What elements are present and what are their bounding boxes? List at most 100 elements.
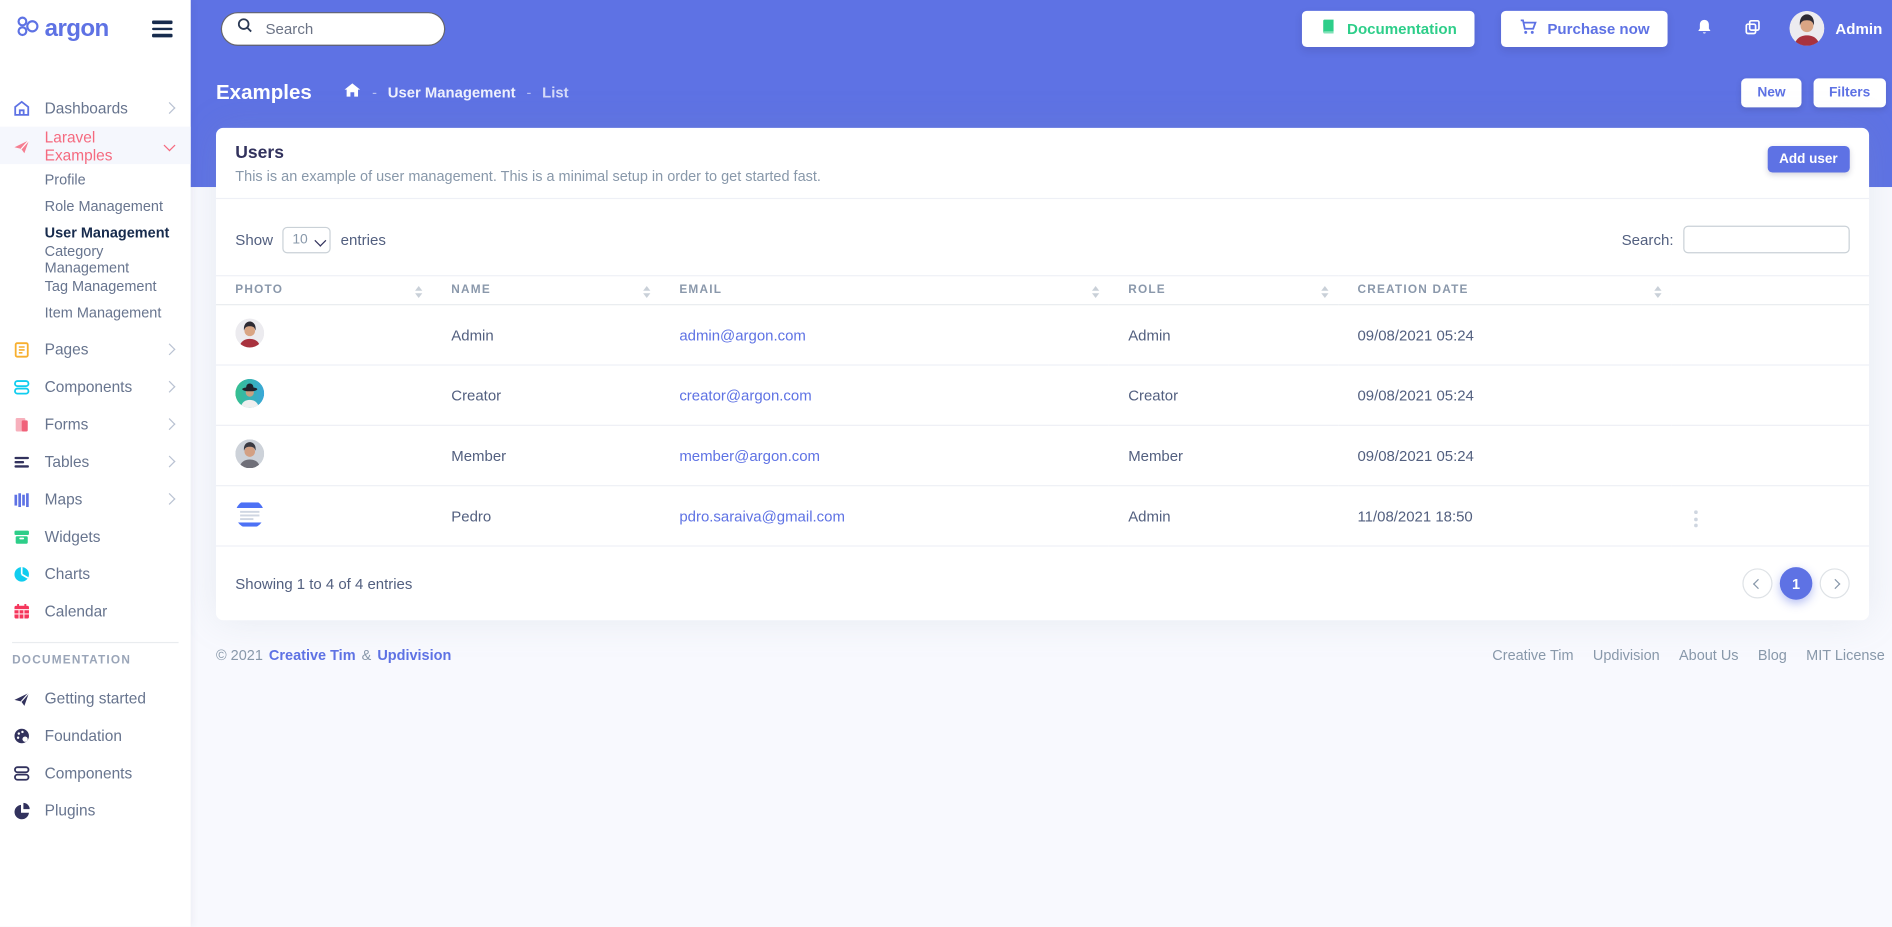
sidebar-item-charts[interactable]: Charts xyxy=(0,555,191,592)
main-area: Documentation Purchase now xyxy=(191,0,1892,927)
pagination: 1 xyxy=(1742,567,1849,600)
argon-logo[interactable]: argon xyxy=(16,14,109,44)
column-header-creation-date[interactable]: CREATION DATE xyxy=(1338,276,1671,305)
avatar xyxy=(235,379,264,408)
app-window: argon Dashboards Laravel Examples Profil… xyxy=(0,0,1892,927)
footer-link-creative-tim[interactable]: Creative Tim xyxy=(1492,647,1573,664)
email-link[interactable]: creator@argon.com xyxy=(679,387,811,404)
table-controls: Show 10 entries Search: xyxy=(216,199,1869,275)
table-row: Admin admin@argon.com Admin 09/08/2021 0… xyxy=(216,305,1869,365)
argon-logo-icon xyxy=(16,14,40,44)
document-icon xyxy=(12,340,31,359)
search-icon xyxy=(236,17,253,40)
sort-icon xyxy=(1654,286,1661,298)
add-user-button[interactable]: Add user xyxy=(1767,146,1850,173)
email-link[interactable]: member@argon.com xyxy=(679,447,820,464)
footer-link-mit-license[interactable]: MIT License xyxy=(1806,647,1885,664)
sidebar-item-tag-management[interactable]: Tag Management xyxy=(0,273,191,300)
footer-link-blog[interactable]: Blog xyxy=(1758,647,1787,664)
chevron-right-icon xyxy=(164,381,176,393)
breadcrumb-user-management[interactable]: User Management xyxy=(388,84,516,101)
footer-link-updivision[interactable]: Updivision xyxy=(1593,647,1660,664)
layers-icon xyxy=(1744,17,1762,39)
sidebar-item-components-doc[interactable]: Components xyxy=(0,754,191,791)
footer-link-about-us[interactable]: About Us xyxy=(1679,647,1739,664)
archive-box-icon xyxy=(12,527,31,546)
cell-creation-date: 09/08/2021 05:24 xyxy=(1338,425,1671,485)
table-header-row: PHOTO NAME EMAIL ROLE CREATION DATE xyxy=(216,276,1869,305)
sidebar: argon Dashboards Laravel Examples Profil… xyxy=(0,0,191,927)
column-header-email[interactable]: EMAIL xyxy=(660,276,1109,305)
updivision-link[interactable]: Updivision xyxy=(377,647,451,664)
pagination-next-button[interactable] xyxy=(1820,568,1850,598)
footer-links: Creative Tim Updivision About Us Blog MI… xyxy=(1492,647,1884,664)
topbar-search[interactable] xyxy=(221,11,445,45)
sidebar-item-widgets[interactable]: Widgets xyxy=(0,518,191,555)
sort-icon xyxy=(415,286,422,298)
row-actions-menu[interactable] xyxy=(1690,507,1701,530)
sidebar-item-plugins[interactable]: Plugins xyxy=(0,792,191,829)
creative-tim-link[interactable]: Creative Tim xyxy=(269,647,356,664)
user-menu[interactable]: Admin xyxy=(1790,11,1883,46)
pie-slice-icon xyxy=(12,801,31,820)
filters-button[interactable]: Filters xyxy=(1813,78,1886,107)
home-icon[interactable] xyxy=(344,82,361,104)
book-icon xyxy=(1321,18,1338,39)
sidebar-item-category-management[interactable]: Category Management xyxy=(0,246,191,273)
sidebar-item-laravel-examples[interactable]: Laravel Examples xyxy=(0,127,191,164)
calendar-icon xyxy=(12,602,31,621)
sidebar-item-item-management[interactable]: Item Management xyxy=(0,299,191,326)
email-link[interactable]: pdro.saraiva@gmail.com xyxy=(679,507,845,524)
email-link[interactable]: admin@argon.com xyxy=(679,326,806,343)
sidebar-item-profile[interactable]: Profile xyxy=(0,167,191,194)
sidebar-item-tables[interactable]: Tables xyxy=(0,443,191,480)
sidebar-toggle-button[interactable] xyxy=(150,19,175,40)
sidebar-item-dashboards[interactable]: Dashboards xyxy=(0,89,191,126)
cell-creation-date: 09/08/2021 05:24 xyxy=(1338,365,1671,425)
sort-icon xyxy=(1092,286,1099,298)
users-card: Users This is an example of user managem… xyxy=(216,128,1869,620)
apps-button[interactable] xyxy=(1744,17,1762,39)
sidebar-item-calendar[interactable]: Calendar xyxy=(0,592,191,629)
notifications-button[interactable] xyxy=(1695,17,1713,39)
sidebar-item-components[interactable]: Components xyxy=(0,368,191,405)
sort-icon xyxy=(1321,286,1328,298)
cell-role: Admin xyxy=(1109,486,1338,546)
shop-icon xyxy=(12,98,31,117)
table-search-label: Search: xyxy=(1622,231,1674,248)
sidebar-item-pages[interactable]: Pages xyxy=(0,331,191,368)
cell-role: Admin xyxy=(1109,305,1338,365)
pagination-page-1[interactable]: 1 xyxy=(1780,567,1813,600)
sidebar-item-maps[interactable]: Maps xyxy=(0,480,191,517)
user-name: Admin xyxy=(1835,20,1882,37)
avatar xyxy=(235,439,264,468)
page-length-select[interactable]: 10 xyxy=(283,226,331,253)
column-header-photo[interactable]: PHOTO xyxy=(216,276,432,305)
rocket-icon xyxy=(12,688,31,707)
cell-name: Creator xyxy=(432,365,660,425)
cart-icon xyxy=(1520,17,1538,39)
avatar xyxy=(235,319,264,348)
table-row: Creator creator@argon.com Creator 09/08/… xyxy=(216,365,1869,425)
sidebar-item-foundation[interactable]: Foundation xyxy=(0,717,191,754)
brand-row: argon xyxy=(0,0,191,58)
table-search-input[interactable] xyxy=(1683,226,1850,254)
card-title: Users xyxy=(235,144,1849,163)
column-header-name[interactable]: NAME xyxy=(432,276,660,305)
purchase-now-button[interactable]: Purchase now xyxy=(1501,10,1667,46)
pagination-prev-button[interactable] xyxy=(1742,568,1772,598)
align-left-icon xyxy=(12,452,31,471)
sidebar-item-role-management[interactable]: Role Management xyxy=(0,193,191,220)
avatar xyxy=(1790,11,1825,46)
breadcrumb-list[interactable]: List xyxy=(542,84,568,101)
sidebar-nav: Dashboards Laravel Examples Profile Role… xyxy=(0,89,191,829)
sort-icon xyxy=(643,286,650,298)
column-header-role[interactable]: ROLE xyxy=(1109,276,1338,305)
sidebar-item-forms[interactable]: Forms xyxy=(0,405,191,442)
chevron-right-icon xyxy=(1830,578,1840,588)
laravel-submenu: Profile Role Management User Management … xyxy=(0,167,191,326)
new-button[interactable]: New xyxy=(1742,78,1802,107)
search-input[interactable] xyxy=(263,19,430,38)
documentation-button[interactable]: Documentation xyxy=(1302,10,1475,46)
sidebar-item-getting-started[interactable]: Getting started xyxy=(0,679,191,716)
